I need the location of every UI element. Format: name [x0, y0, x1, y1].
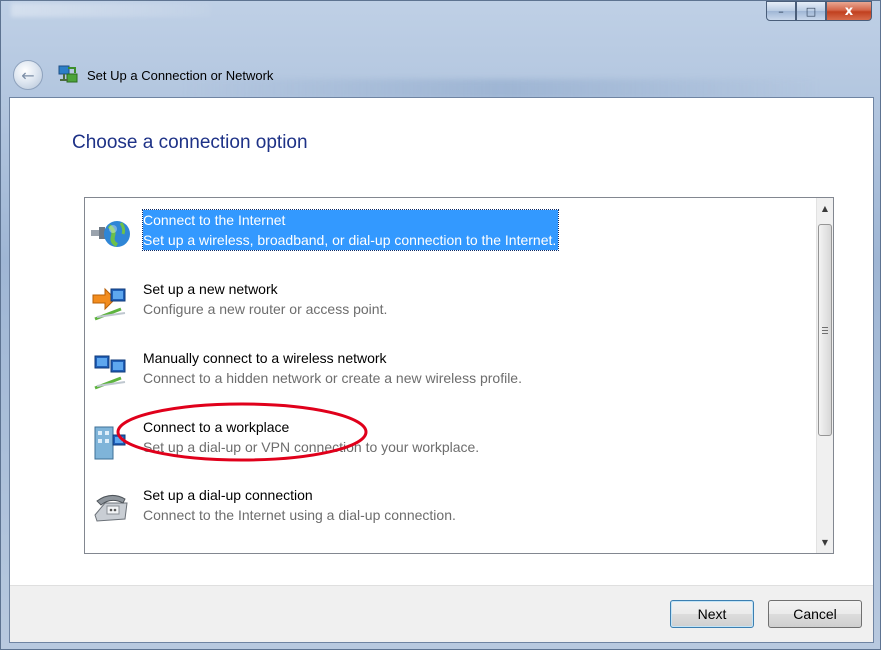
option-title: Set up a dial-up connection	[143, 487, 313, 503]
scroll-down-arrow-icon[interactable]: ▼	[817, 534, 833, 551]
page-heading: Choose a connection option	[72, 132, 308, 153]
scrollbar-thumb[interactable]	[818, 224, 832, 436]
globe-connect-icon	[91, 221, 130, 247]
cancel-button[interactable]: Cancel	[768, 600, 862, 628]
option-title: Connect to the Internet	[143, 212, 286, 228]
option-description: Set up a wireless, broadband, or dial-up…	[143, 232, 557, 248]
back-button[interactable]: ←	[13, 60, 43, 90]
option-connect-internet[interactable]: Connect to the Internet Set up a wireles…	[89, 209, 811, 258]
option-text: Connect to a workplace Set up a dial-up …	[143, 417, 479, 457]
blurred-background-text	[181, 79, 821, 99]
option-title: Connect to a workplace	[143, 419, 290, 435]
new-network-icon	[92, 287, 126, 321]
blurred-background-menu	[11, 3, 211, 17]
network-setup-icon	[58, 65, 78, 83]
dialog-content: Choose a connection option Connect to th…	[9, 97, 874, 643]
option-dialup[interactable]: Set up a dial-up connection Connect to t…	[89, 485, 811, 533]
grip-icon	[822, 326, 828, 334]
dialup-phone-icon	[94, 495, 128, 522]
dialog-window: – □ x ← Set Up a Connection or Network C…	[0, 0, 881, 650]
back-arrow-icon: ←	[21, 65, 35, 85]
scroll-up-arrow-icon[interactable]: ▲	[817, 200, 833, 217]
maximize-button[interactable]: □	[796, 1, 826, 21]
option-text: Set up a dial-up connection Connect to t…	[143, 485, 456, 525]
workplace-icon	[94, 426, 126, 460]
option-text: Connect to the Internet Set up a wireles…	[141, 209, 560, 251]
window-title: Set Up a Connection or Network	[87, 67, 274, 83]
list-scrollbar[interactable]: ▲ ▼	[816, 198, 833, 553]
navigation-row: ← Set Up a Connection or Network	[13, 59, 273, 91]
minimize-button[interactable]: –	[766, 1, 796, 21]
dialog-footer: Next Cancel	[10, 585, 873, 642]
wireless-network-icon	[94, 355, 126, 390]
next-button[interactable]: Next	[670, 600, 754, 628]
option-description: Configure a new router or access point.	[143, 301, 388, 317]
option-description: Set up a dial-up or VPN connection to yo…	[143, 439, 480, 455]
close-button[interactable]: x	[826, 1, 872, 21]
option-description: Connect to a hidden network or create a …	[143, 370, 522, 386]
option-title: Manually connect to a wireless network	[143, 350, 387, 366]
caption-buttons: – □ x	[766, 1, 872, 23]
option-title: Set up a new network	[143, 281, 278, 297]
option-text: Manually connect to a wireless network C…	[143, 348, 522, 388]
option-description: Connect to the Internet using a dial-up …	[143, 507, 456, 523]
option-text: Set up a new network Configure a new rou…	[143, 279, 387, 319]
option-new-network[interactable]: Set up a new network Configure a new rou…	[89, 279, 811, 327]
connection-options-list[interactable]: Connect to the Internet Set up a wireles…	[84, 197, 834, 554]
option-manual-wireless[interactable]: Manually connect to a wireless network C…	[89, 348, 811, 396]
option-connect-workplace[interactable]: Connect to a workplace Set up a dial-up …	[89, 417, 811, 465]
title-bar: – □ x	[1, 1, 880, 51]
